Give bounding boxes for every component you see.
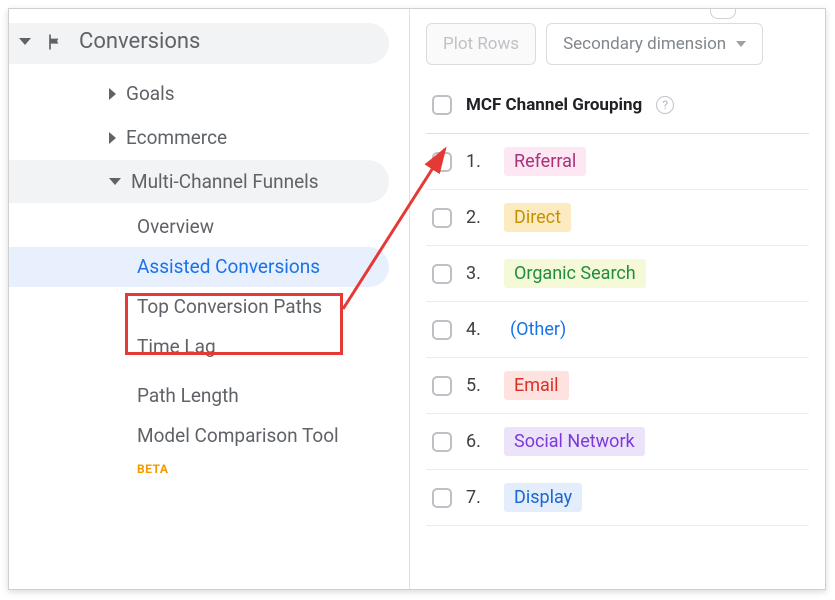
table-row[interactable]: 7. Display: [426, 470, 809, 526]
row-checkbox[interactable]: [432, 376, 452, 396]
row-index: 4.: [466, 319, 490, 340]
secondary-dimension-dropdown[interactable]: Secondary dimension: [546, 23, 763, 65]
plot-rows-button[interactable]: Plot Rows: [426, 23, 536, 65]
caret-right-icon: [109, 88, 116, 100]
row-index: 3.: [466, 263, 490, 284]
nav-leaf-time-lag[interactable]: Time Lag: [9, 327, 389, 367]
nav-section-label: Conversions: [79, 29, 200, 54]
nav-leaf-label: Overview: [137, 215, 214, 238]
table-row[interactable]: 4. (Other): [426, 302, 809, 358]
row-checkbox[interactable]: [432, 432, 452, 452]
report-toolbar: Plot Rows Secondary dimension: [426, 23, 809, 65]
nav-item-ecommerce[interactable]: Ecommerce: [9, 116, 389, 160]
table-header: MCF Channel Grouping ?: [426, 83, 809, 134]
nav-leaf-label: Path Length: [137, 384, 239, 407]
table-row[interactable]: 1. Referral: [426, 134, 809, 190]
caret-down-icon: [19, 38, 31, 45]
nav-item-label: Ecommerce: [126, 126, 227, 150]
nav-item-goals[interactable]: Goals: [9, 72, 389, 116]
nav-leaf-top-conversion-paths[interactable]: Top Conversion Paths: [9, 287, 389, 327]
nav-item-multichannel-funnels[interactable]: Multi-Channel Funnels: [9, 160, 389, 204]
channel-chip[interactable]: Social Network: [504, 427, 645, 456]
row-index: 6.: [466, 431, 490, 452]
row-checkbox[interactable]: [432, 320, 452, 340]
select-all-checkbox[interactable]: [432, 95, 452, 115]
channel-chip[interactable]: Organic Search: [504, 259, 646, 288]
button-label: Plot Rows: [443, 34, 519, 54]
channel-chip[interactable]: Email: [504, 371, 569, 400]
nav-leaf-label: Assisted Conversions: [137, 255, 320, 278]
table-row[interactable]: 5. Email: [426, 358, 809, 414]
nav-leaf-assisted-conversions[interactable]: Assisted Conversions: [9, 247, 389, 287]
channel-chip[interactable]: Referral: [504, 147, 586, 176]
table-row[interactable]: 2. Direct: [426, 190, 809, 246]
chevron-down-icon: [736, 41, 746, 47]
nav-item-label: Goals: [126, 82, 175, 106]
report-panel: Plot Rows Secondary dimension MCF Channe…: [409, 9, 825, 589]
row-checkbox[interactable]: [432, 264, 452, 284]
channel-chip[interactable]: (Other): [504, 315, 576, 344]
nav-section-conversions[interactable]: Conversions: [9, 23, 389, 64]
row-index: 7.: [466, 487, 490, 508]
table-row[interactable]: 6. Social Network: [426, 414, 809, 470]
panel-notch: [710, 8, 736, 19]
nav-leaf-label: Top Conversion Paths: [137, 295, 322, 318]
nav-leaf-overview[interactable]: Overview: [9, 207, 389, 247]
nav-item-label: Multi-Channel Funnels: [131, 170, 319, 194]
row-index: 5.: [466, 375, 490, 396]
nav-leaf-list: Overview Assisted Conversions Top Conver…: [9, 203, 409, 456]
row-index: 2.: [466, 207, 490, 228]
sidebar: Conversions Goals Ecommerce Multi-Channe…: [9, 9, 409, 589]
column-header-label: MCF Channel Grouping: [466, 95, 642, 115]
beta-badge: BETA: [9, 456, 409, 476]
channel-chip[interactable]: Direct: [504, 203, 571, 232]
table-row[interactable]: 3. Organic Search: [426, 246, 809, 302]
nav-leaf-label: Time Lag: [137, 335, 216, 358]
table-body: 1. Referral 2. Direct 3. Organic Search 4. (Oth…: [426, 134, 809, 526]
row-checkbox[interactable]: [432, 488, 452, 508]
nav-leaf-label: Model Comparison Tool: [137, 424, 339, 447]
help-icon[interactable]: ?: [656, 96, 674, 114]
nav-leaf-model-comparison-tool[interactable]: Model Comparison Tool: [9, 416, 389, 456]
button-label: Secondary dimension: [563, 34, 726, 54]
nav-leaf-path-length[interactable]: Path Length: [9, 376, 389, 416]
caret-right-icon: [109, 132, 116, 144]
channel-chip[interactable]: Display: [504, 483, 582, 512]
row-checkbox[interactable]: [432, 208, 452, 228]
row-checkbox[interactable]: [432, 152, 452, 172]
row-index: 1.: [466, 151, 490, 172]
flag-icon: [45, 32, 65, 52]
app-frame: Conversions Goals Ecommerce Multi-Channe…: [8, 8, 826, 590]
nav-sublist: Goals Ecommerce Multi-Channel Funnels Ov…: [9, 64, 409, 476]
caret-down-icon: [109, 178, 121, 185]
